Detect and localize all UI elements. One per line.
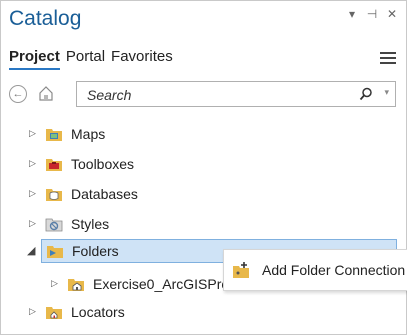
search-options-chevron-icon[interactable]: ▾ <box>384 87 389 98</box>
expand-arrow-icon[interactable]: ▷ <box>29 188 36 199</box>
catalog-pane: Catalog ▾ ⊣ ✕ Project Portal Favorites ←… <box>0 0 407 335</box>
folders-icon <box>46 242 64 260</box>
tree-item-label: Databases <box>71 186 138 202</box>
tree-item-label: Folders <box>72 243 119 259</box>
expand-arrow-icon[interactable]: ▷ <box>29 128 36 139</box>
expand-arrow-icon[interactable]: ▷ <box>29 158 36 169</box>
search-icon[interactable] <box>359 87 373 101</box>
collapse-arrow-icon[interactable]: ◢ <box>27 244 35 257</box>
maps-folder-icon <box>45 125 63 143</box>
tree-item-label: Exercise0_ArcGISPro <box>93 276 230 292</box>
home-folder-icon <box>67 275 85 293</box>
hamburger-menu-icon[interactable] <box>380 52 396 64</box>
add-folder-icon <box>232 261 252 279</box>
tree-item-styles[interactable]: ▷ Styles <box>1 212 406 236</box>
menu-item-add-folder-connection[interactable]: Add Folder Connection <box>224 250 407 290</box>
back-arrow-icon[interactable]: ← <box>9 85 27 103</box>
tree-item-toolboxes[interactable]: ▷ Toolboxes <box>1 152 406 176</box>
search-box: ▾ <box>76 81 396 107</box>
databases-folder-icon <box>45 185 63 203</box>
tree-item-locators[interactable]: ▷ Locators <box>1 300 406 324</box>
expand-arrow-icon[interactable]: ▷ <box>51 278 58 289</box>
tree-item-label: Locators <box>71 304 125 320</box>
close-icon[interactable]: ✕ <box>386 7 398 21</box>
tree-item-databases[interactable]: ▷ Databases <box>1 182 406 206</box>
styles-folder-icon <box>45 215 63 233</box>
tree-item-label: Styles <box>71 216 110 232</box>
tab-favorites[interactable]: Favorites <box>111 48 173 70</box>
tree-item-label: Toolboxes <box>71 156 135 172</box>
menu-item-label: Add Folder Connection <box>262 262 406 278</box>
tree-item-label: Maps <box>71 126 106 142</box>
pane-title: Catalog <box>9 7 82 30</box>
tab-project[interactable]: Project <box>9 48 60 70</box>
expand-arrow-icon[interactable]: ▷ <box>29 306 36 317</box>
locators-folder-icon <box>45 303 63 321</box>
options-dropdown-icon[interactable]: ▾ <box>346 7 358 21</box>
search-input[interactable] <box>85 86 339 104</box>
toolboxes-folder-icon <box>45 155 63 173</box>
context-menu: Add Folder Connection <box>223 249 407 291</box>
pane-controls: ▾ ⊣ ✕ <box>346 7 398 21</box>
tree-item-maps[interactable]: ▷ Maps <box>1 122 406 146</box>
pin-icon[interactable]: ⊣ <box>366 7 378 21</box>
catalog-tabs: Project Portal Favorites <box>9 48 173 70</box>
expand-arrow-icon[interactable]: ▷ <box>29 218 36 229</box>
home-icon[interactable] <box>37 84 55 102</box>
tab-portal[interactable]: Portal <box>66 48 105 70</box>
